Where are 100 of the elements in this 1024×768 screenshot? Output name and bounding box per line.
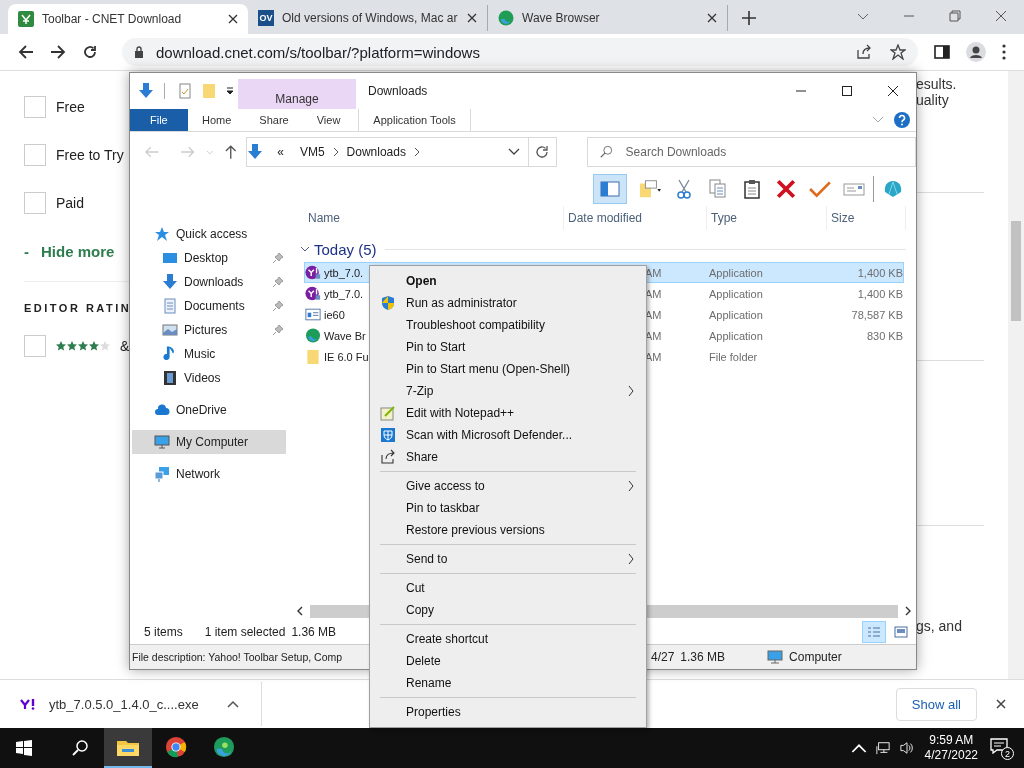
menu-item[interactable]: Send to [372,548,644,570]
menu-item[interactable]: Pin to Start menu (Open-Shell) [372,358,644,380]
ribbon-tab[interactable]: Application Tools [358,109,471,131]
address-field[interactable]: « VM5 Downloads [246,137,530,167]
column-header[interactable]: Type [707,206,827,230]
nav-item[interactable]: Downloads [130,270,286,294]
menu-item[interactable]: Share [372,446,644,468]
pin-icon[interactable] [272,252,284,264]
menu-item[interactable]: Pin to taskbar [372,497,644,519]
checkbox[interactable] [24,96,46,118]
pin-icon[interactable] [272,276,284,288]
close-tab-icon[interactable] [707,13,717,23]
up-arrow-icon[interactable] [222,144,239,160]
ribbon-tab[interactable]: Home [188,109,246,131]
caret-up-icon[interactable] [226,700,239,708]
ribbon-tab[interactable]: Share [245,109,303,131]
refresh-icon[interactable] [534,144,551,160]
close-icon[interactable] [887,85,899,97]
menu-item[interactable]: 7-Zip [372,380,644,402]
nav-item[interactable]: Documents [130,294,286,318]
menu-item[interactable]: Open [372,270,644,292]
file-name[interactable]: ytb_7.0. [305,286,364,301]
scroll-right-icon[interactable] [905,606,911,616]
menu-item[interactable]: Edit with Notepad++ [372,402,644,424]
chevron-right-icon[interactable] [413,147,420,157]
taskbar-app[interactable] [104,728,152,768]
nav-item[interactable]: Pictures [130,318,286,342]
menu-item[interactable]: Run as administrator [372,292,644,314]
nav-item[interactable]: Quick access [130,222,286,246]
speaker-icon[interactable] [898,741,915,755]
customize-caret-icon[interactable] [225,86,235,96]
lock-icon[interactable] [134,46,144,58]
reload-icon[interactable] [82,44,98,60]
delete-x-icon[interactable] [775,179,797,199]
swirl-logo-icon[interactable] [212,736,236,758]
shell-icon[interactable] [882,179,904,199]
hide-more-link[interactable]: Hide more [41,242,115,260]
collapse-chevron-icon[interactable] [300,245,310,253]
menu-item[interactable]: Properties [372,701,644,723]
file-name[interactable]: Wave Br [305,328,366,343]
show-all-button[interactable]: Show all [895,687,977,721]
maximize-icon[interactable] [841,85,853,97]
menu-item[interactable]: Copy [372,599,644,621]
back-icon[interactable] [18,44,34,60]
nav-item[interactable]: Network [130,462,286,486]
clock[interactable]: 9:59 AM 4/27/2022 [924,733,978,763]
browser-logo-icon[interactable] [164,736,188,758]
menu-item[interactable]: Delete [372,650,644,672]
menu-item[interactable]: Restore previous versions [372,519,644,541]
menu-item[interactable]: Scan with Microsoft Defender... [372,424,644,446]
file-name[interactable]: ie60 [305,307,345,322]
menu-item[interactable]: Create shortcut [372,628,644,650]
search-icon[interactable] [72,740,88,756]
close-tab-icon[interactable] [228,14,238,24]
search-field[interactable]: Search Downloads [586,137,916,167]
close-icon[interactable] [996,699,1006,709]
checkbox[interactable] [24,192,46,214]
new-folder-icon[interactable] [639,179,661,199]
nav-item[interactable]: OneDrive [130,398,286,422]
chevron-right-icon[interactable] [332,147,339,157]
nav-item[interactable]: My Computer [132,430,286,454]
help-icon[interactable] [894,112,910,128]
ribbon-tab[interactable]: File [130,109,188,131]
menu-item[interactable]: Troubleshoot compatibility [372,314,644,336]
menu-item[interactable]: Rename [372,672,644,694]
file-name[interactable]: ytb_7.0. [305,265,364,280]
column-header[interactable]: Name [304,206,564,230]
bookmark-star-icon[interactable] [890,44,906,60]
menu-item[interactable]: Give access to [372,475,644,497]
refresh-button[interactable] [529,137,557,167]
nav-item[interactable]: Desktop [130,246,286,270]
download-item[interactable]: ytb_7.0.5.0_1.4.0_c....exe [49,696,199,712]
download-arrow-icon[interactable] [138,83,154,99]
profile-avatar-icon[interactable] [966,42,986,62]
scrollbar[interactable] [1008,71,1024,679]
windows-start-icon[interactable] [16,740,32,756]
nav-item[interactable]: Music [130,342,286,366]
column-header[interactable]: Size [827,206,906,230]
menu-item[interactable]: Cut [372,577,644,599]
browser-tab[interactable]: Toolbar - CNET Download [8,4,248,34]
checkbox[interactable] [24,144,46,166]
pin-icon[interactable] [272,300,284,312]
scroll-left-icon[interactable] [297,606,303,616]
preview-pane-icon[interactable] [593,174,627,204]
address-bar[interactable]: download.cnet.com/s/toolbar/?platform=windows [122,38,918,66]
network-icon[interactable] [874,741,891,755]
pin-icon[interactable] [272,324,284,336]
restore-icon[interactable] [949,10,961,22]
new-tab-icon[interactable] [742,11,756,25]
column-header[interactable]: Date modified [564,206,707,230]
file-name[interactable]: IE 6.0 Fu [305,349,369,364]
checkmark-icon[interactable] [809,179,831,199]
menu-item[interactable]: Pin to Start [372,336,644,358]
clipboard-icon[interactable] [741,179,763,199]
group-header[interactable]: Today (5) [314,240,377,258]
side-panel-icon[interactable] [934,44,950,60]
forward-icon[interactable] [50,44,66,60]
close-tab-icon[interactable] [467,13,477,23]
share-icon[interactable] [856,44,872,60]
checkbox[interactable] [24,335,46,357]
